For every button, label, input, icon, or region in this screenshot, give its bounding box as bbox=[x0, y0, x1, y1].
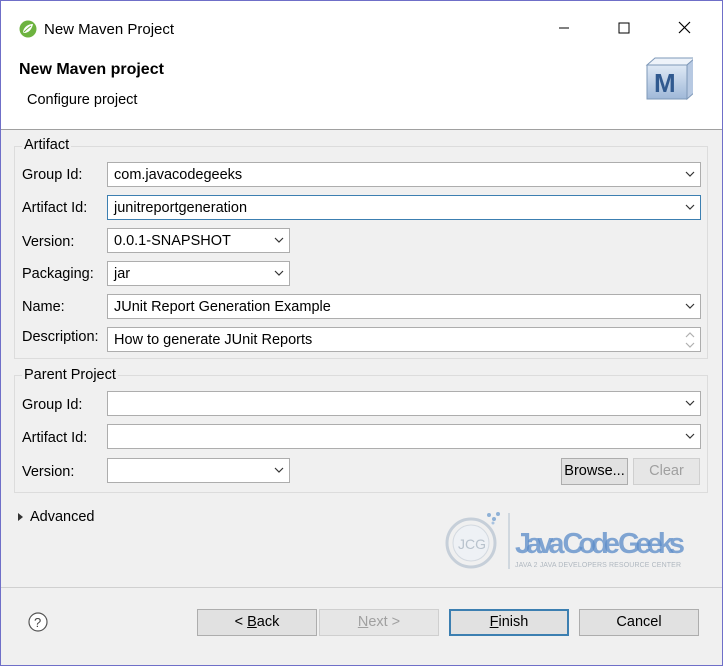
back-mnemonic: B bbox=[247, 614, 257, 630]
group-id-label: Group Id: bbox=[22, 167, 83, 183]
maximize-icon bbox=[618, 22, 630, 34]
page-title: New Maven project bbox=[19, 61, 164, 78]
dialog-window: New Maven Project New Maven project Conf… bbox=[0, 0, 723, 666]
title-bar: New Maven Project bbox=[1, 1, 722, 41]
packaging-combo[interactable]: jar bbox=[107, 261, 290, 286]
finish-button[interactable]: Finish bbox=[449, 609, 569, 636]
back-button[interactable]: < Back bbox=[197, 609, 317, 636]
parent-artifact-id-combo[interactable] bbox=[107, 424, 701, 449]
artifact-id-value: junitreportgeneration bbox=[114, 200, 248, 216]
minimize-icon bbox=[559, 27, 569, 29]
version-value: 0.0.1-SNAPSHOT bbox=[114, 233, 231, 249]
next-mnemonic: N bbox=[357, 614, 369, 630]
advanced-expander[interactable]: Advanced bbox=[15, 507, 105, 527]
parent-version-label: Version: bbox=[22, 464, 75, 480]
group-id-value: com.javacodegeeks bbox=[114, 167, 243, 183]
parent-version-combo[interactable] bbox=[107, 458, 290, 483]
description-value: How to generate JUnit Reports bbox=[114, 332, 313, 348]
chevron-down-icon bbox=[274, 467, 284, 473]
svg-text:M: M bbox=[654, 68, 676, 98]
parent-group-id-combo[interactable] bbox=[107, 391, 701, 416]
packaging-value: jar bbox=[114, 266, 131, 282]
wizard-header: New Maven project Configure project M bbox=[1, 41, 722, 130]
next-button[interactable]: Next > bbox=[319, 609, 439, 636]
chevron-down-icon bbox=[685, 171, 695, 177]
chevron-down-icon bbox=[274, 270, 284, 276]
chevron-down-icon bbox=[685, 204, 695, 210]
browse-button[interactable]: Browse... bbox=[561, 458, 628, 485]
spring-leaf-icon bbox=[19, 20, 37, 38]
svg-text:JCG: JCG bbox=[458, 536, 486, 552]
description-textarea[interactable]: How to generate JUnit Reports bbox=[107, 327, 701, 352]
footer-separator bbox=[1, 587, 722, 588]
name-value: JUnit Report Generation Example bbox=[114, 299, 331, 315]
artifact-id-combo[interactable]: junitreportgeneration bbox=[107, 195, 701, 220]
group-id-combo[interactable]: com.javacodegeeks bbox=[107, 162, 701, 187]
chevron-down-icon bbox=[685, 433, 695, 439]
svg-text:Java Code Geeks: Java Code Geeks bbox=[515, 528, 685, 560]
packaging-label: Packaging: bbox=[22, 266, 94, 282]
scroll-arrows-icon[interactable] bbox=[683, 330, 697, 350]
chevron-down-icon bbox=[274, 237, 284, 243]
name-combo[interactable]: JUnit Report Generation Example bbox=[107, 294, 701, 319]
parent-artifact-id-label: Artifact Id: bbox=[22, 430, 88, 446]
help-icon[interactable]: ? bbox=[28, 612, 48, 632]
expand-triangle-icon bbox=[18, 513, 23, 521]
version-combo[interactable]: 0.0.1-SNAPSHOT bbox=[107, 228, 290, 253]
name-label: Name: bbox=[22, 299, 65, 315]
back-prefix: < bbox=[234, 614, 248, 630]
finish-mnemonic: F bbox=[489, 614, 499, 630]
chevron-down-icon bbox=[685, 303, 695, 309]
svg-text:?: ? bbox=[34, 615, 41, 630]
artifact-group-label: Artifact bbox=[22, 137, 72, 153]
next-rest: ext > bbox=[368, 614, 401, 630]
cancel-button[interactable]: Cancel bbox=[579, 609, 699, 636]
version-label: Version: bbox=[22, 234, 75, 250]
chevron-down-icon bbox=[685, 400, 695, 406]
close-icon bbox=[678, 21, 690, 34]
finish-rest: inish bbox=[498, 614, 529, 630]
advanced-label: Advanced bbox=[30, 509, 95, 525]
svg-text:JAVA 2 JAVA DEVELOPERS RESOURC: JAVA 2 JAVA DEVELOPERS RESOURCE CENTER bbox=[515, 562, 681, 569]
back-rest: ack bbox=[256, 614, 280, 630]
artifact-id-label: Artifact Id: bbox=[22, 200, 88, 216]
clear-button[interactable]: Clear bbox=[633, 458, 700, 485]
parent-group-id-label: Group Id: bbox=[22, 397, 83, 413]
description-label: Description: bbox=[22, 329, 99, 345]
parent-project-group-label: Parent Project bbox=[22, 367, 118, 383]
java-code-geeks-watermark: JCG Java Code Geeks JAVA 2 JAVA DEVELOPE… bbox=[445, 512, 685, 569]
window-title: New Maven Project bbox=[44, 21, 175, 38]
page-subtitle: Configure project bbox=[27, 92, 138, 108]
maven-logo-icon: M bbox=[645, 57, 693, 101]
